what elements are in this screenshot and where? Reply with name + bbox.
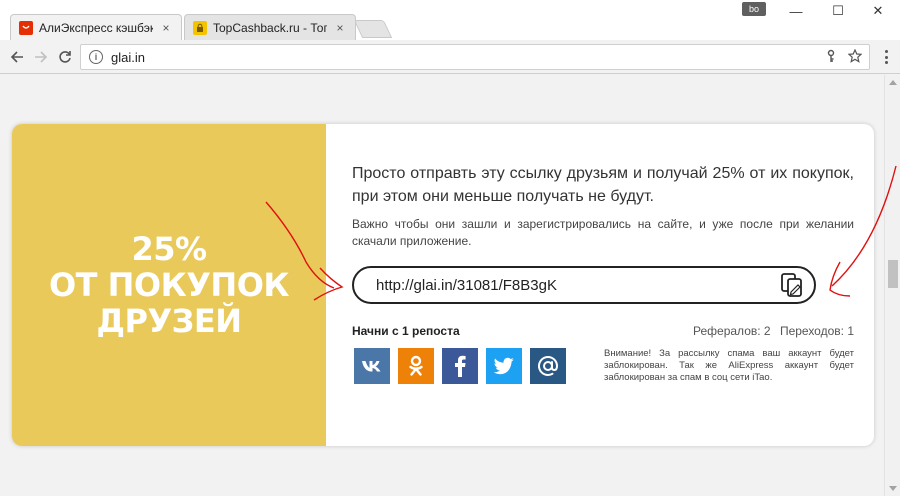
facebook-icon [455,355,466,377]
tab-title: АлиЭкспресс кэшбэк [39,20,153,35]
key-icon[interactable] [821,49,841,66]
social-share-buttons [354,348,574,384]
referral-link-field[interactable]: http://glai.in/31081/F8B3gK [352,266,816,304]
back-arrow-icon [10,51,23,63]
new-tab-button[interactable] [353,20,393,38]
tab-title: TopCashback.ru - Топ лу [213,20,327,35]
minimize-button[interactable]: — [776,0,816,22]
referral-subtext: Важно чтобы они зашли и зарегистрировали… [352,217,854,248]
facebook-share-button[interactable] [442,348,478,384]
referral-stats: Рефералов: 2 Переходов: 1 [652,324,854,338]
bookmark-star-icon[interactable] [845,48,865,66]
page-viewport: 25% ОТ ПОКУПОК ДРУЗЕЙ Просто отправть эт… [0,75,884,496]
page-scrollbar[interactable] [884,75,900,496]
tab-aliexpress-cashback[interactable]: АлиЭкспресс кэшбэк × [10,14,182,40]
odnoklassniki-icon [409,355,423,376]
tab-topcashback[interactable]: TopCashback.ru - Топ лу × [184,14,356,40]
tab-close-icon[interactable]: × [333,21,347,35]
site-info-icon[interactable]: i [89,50,103,64]
twitter-share-button[interactable] [486,348,522,384]
vk-share-button[interactable] [354,348,390,384]
at-sign-icon [538,356,559,376]
promo-banner: 25% ОТ ПОКУПОК ДРУЗЕЙ [12,124,326,446]
browser-menu-icon[interactable] [878,48,894,66]
referral-headline: Просто отправть эту ссылку друзьям и пол… [352,165,854,205]
browser-toolbar: i glai.in [0,40,900,74]
forward-arrow-icon [35,51,48,63]
reload-button[interactable] [54,46,76,68]
copy-link-icon[interactable] [778,271,806,299]
promo-percent: 25% [131,230,207,268]
profile-badge[interactable]: bo [742,2,766,16]
odnoklassniki-share-button[interactable] [398,348,434,384]
referral-description: Просто отправть эту ссылку друзьям и пол… [352,162,854,250]
maximize-button[interactable]: ☐ [818,0,858,22]
promo-line-1: ОТ ПОКУПОК [48,266,290,304]
reload-icon [59,51,71,63]
close-window-button[interactable]: ✕ [858,0,898,22]
scrollbar-thumb[interactable] [888,260,898,288]
email-share-button[interactable] [530,348,566,384]
address-bar[interactable]: i glai.in [80,44,870,70]
address-url: glai.in [111,49,145,65]
aliexpress-favicon-icon [19,20,33,35]
referral-link[interactable]: http://glai.in/31081/F8B3gK [376,277,778,294]
share-label: Начни с 1 репоста [352,324,460,338]
forward-button[interactable] [30,46,52,68]
spam-warning: Внимание! За рассылку спама ваш аккаунт … [604,348,854,383]
vk-icon [362,361,381,372]
tab-close-icon[interactable]: × [159,21,173,35]
tab-strip: АлиЭкспресс кэшбэк × TopCashback.ru - То… [0,0,900,40]
scroll-down-icon[interactable] [889,486,897,491]
clicks-count: Переходов: 1 [779,324,854,338]
scroll-up-icon[interactable] [889,80,897,85]
twitter-bird-icon [493,357,514,375]
back-button[interactable] [6,46,28,68]
lock-favicon-icon [193,20,207,35]
referrals-count: Рефералов: 2 [693,324,771,338]
referral-card: 25% ОТ ПОКУПОК ДРУЗЕЙ Просто отправть эт… [12,124,874,446]
promo-line-2: ДРУЗЕЙ [96,302,243,340]
